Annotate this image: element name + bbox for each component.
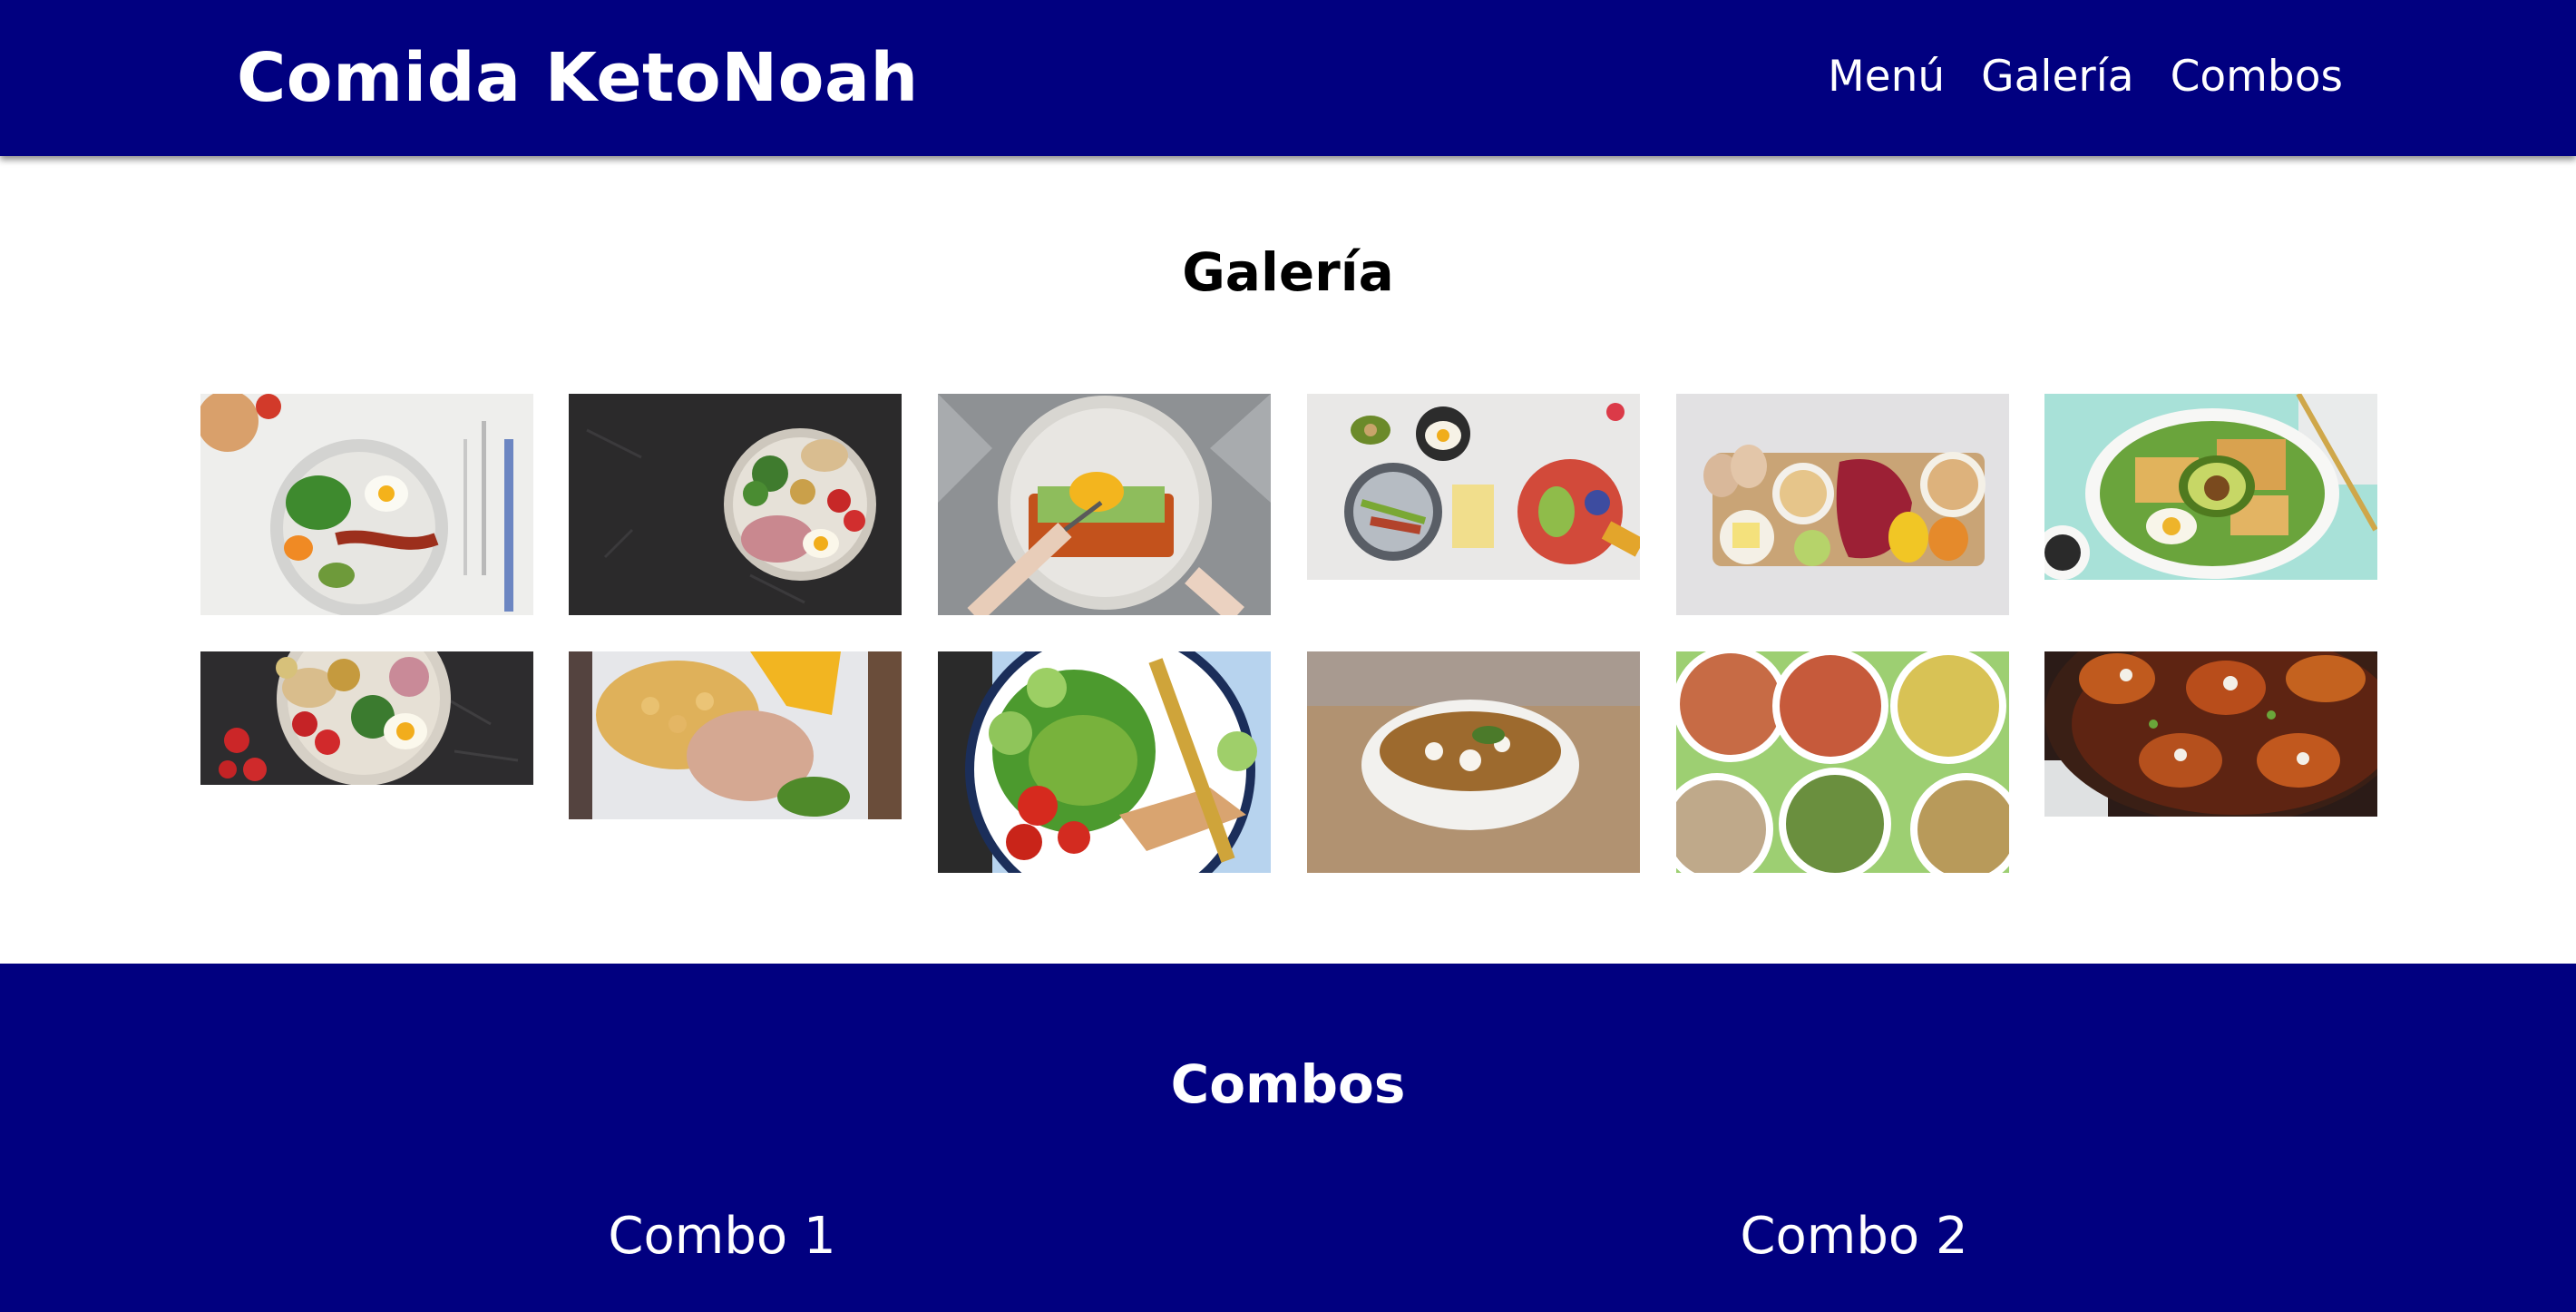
main-nav: Menú Galería Combos <box>1828 45 2343 109</box>
gallery-image-ham-broccoli-plate[interactable] <box>569 394 902 615</box>
gallery-image-strawberry-plate[interactable] <box>200 651 533 785</box>
gallery-image-breakfast-plate[interactable] <box>200 394 533 615</box>
nav-link-menu[interactable]: Menú <box>1828 45 1945 109</box>
gallery-image-chicken-salad[interactable] <box>938 651 1271 873</box>
gallery-image-zucchini-noodles[interactable] <box>1676 651 2009 873</box>
gallery-image-halloumi-salad[interactable] <box>2044 394 2377 580</box>
gallery-image-ingredients-board[interactable] <box>1676 394 2009 615</box>
combo-1-label[interactable]: Combo 1 <box>450 1202 994 1271</box>
combo-2-label[interactable]: Combo 2 <box>1582 1202 2126 1271</box>
gallery-title: Galería <box>1182 241 1394 303</box>
nav-link-combos[interactable]: Combos <box>2171 45 2343 109</box>
site-brand[interactable]: Comida KetoNoah <box>237 34 919 122</box>
gallery-image-lentil-bowl[interactable] <box>1307 651 1640 873</box>
gallery-image-chickpea-chicken-plate[interactable] <box>569 651 902 819</box>
site-header: Comida KetoNoah Menú Galería Combos <box>0 0 2576 156</box>
combos-section: Combos Combo 1 Combo 2 <box>0 964 2576 1312</box>
combos-title: Combos <box>1170 1053 1406 1115</box>
gallery-image-avocado-toast[interactable] <box>938 394 1271 615</box>
gallery-image-keto-flatlay[interactable] <box>1307 394 1640 580</box>
gallery-image-chicken-skillet[interactable] <box>2044 651 2377 817</box>
nav-link-gallery[interactable]: Galería <box>1981 45 2133 109</box>
